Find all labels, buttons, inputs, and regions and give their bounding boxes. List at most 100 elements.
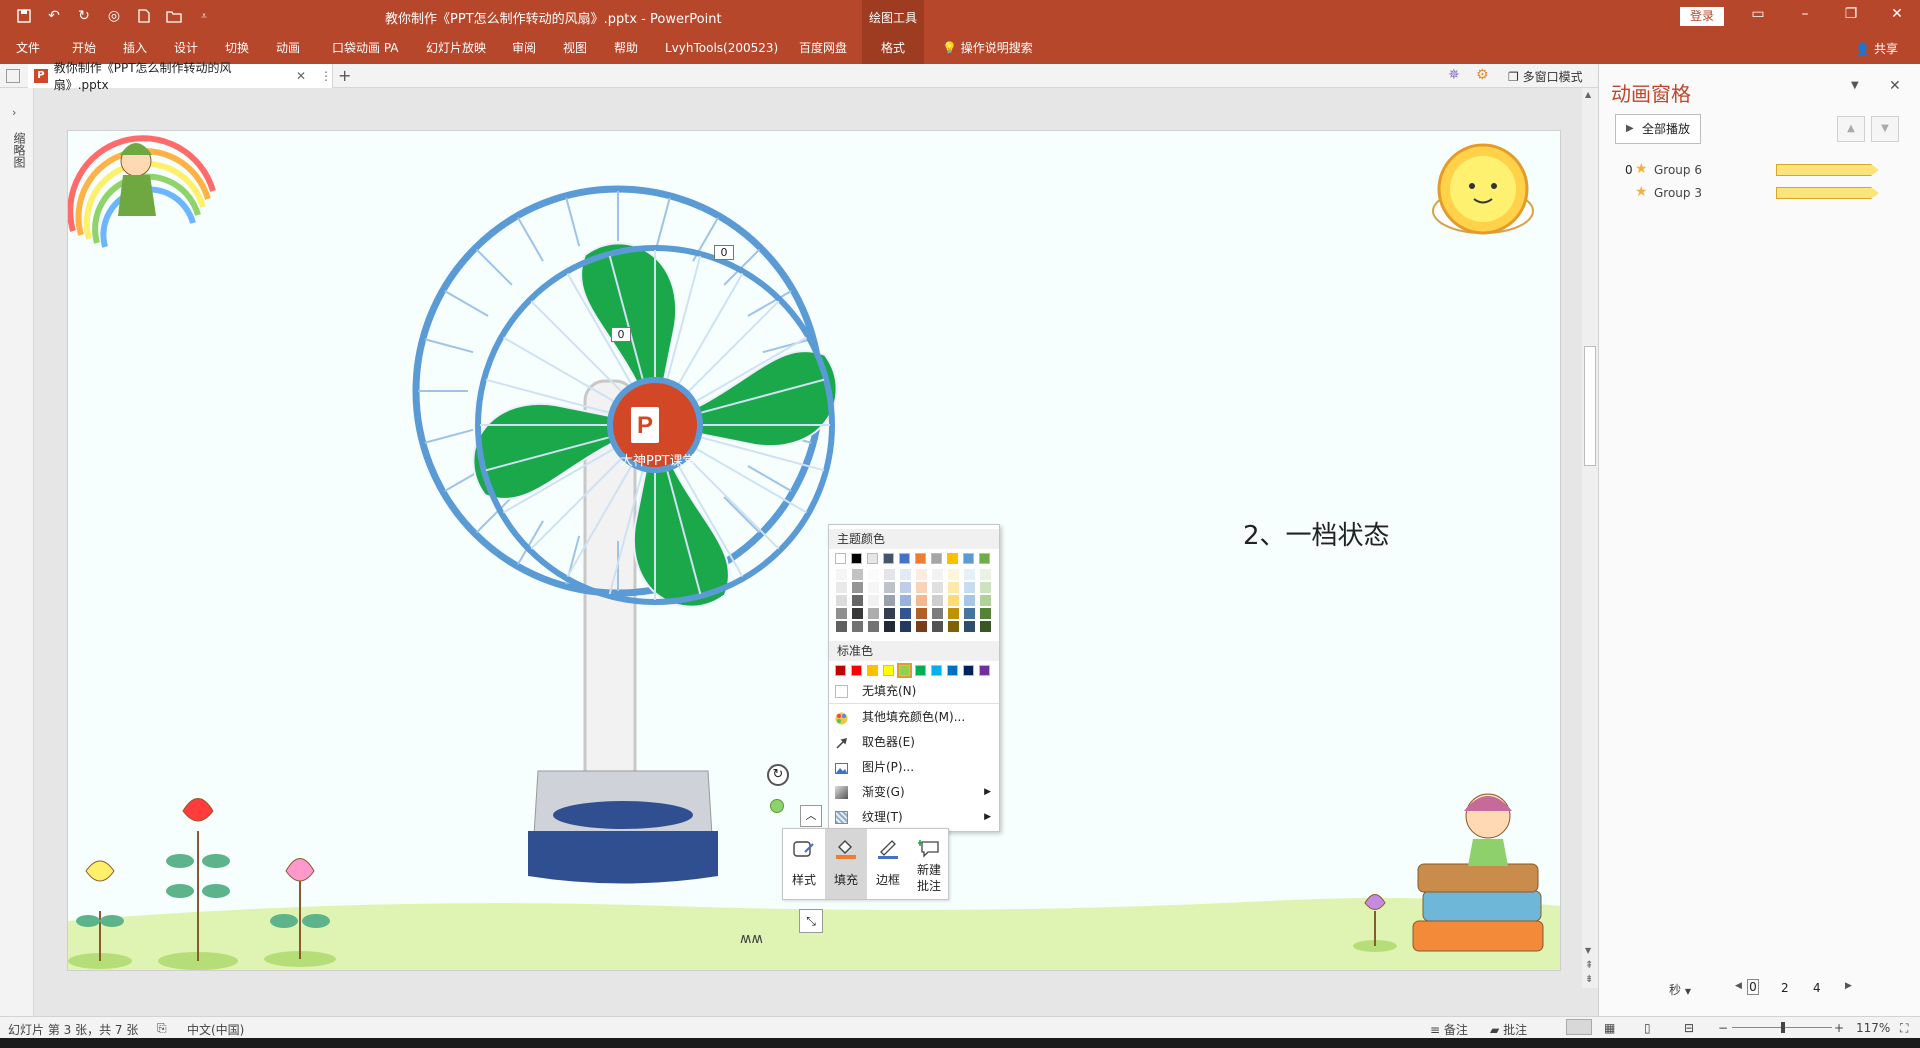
theme-color-swatch[interactable] xyxy=(979,553,990,564)
theme-shade-swatch[interactable] xyxy=(900,608,911,619)
move-up-icon[interactable]: ▲ xyxy=(1837,116,1865,142)
gradient-fill-option[interactable]: 渐变(G) ▶ xyxy=(835,782,995,802)
reading-view-icon[interactable]: ▯ xyxy=(1644,1021,1651,1035)
notes-button[interactable]: ≡ 备注 xyxy=(1430,1021,1468,1038)
theme-shade-swatch[interactable] xyxy=(980,569,991,580)
open-folder-icon[interactable] xyxy=(164,6,184,26)
next-slide-icon[interactable]: ⇟ xyxy=(1585,974,1593,985)
theme-color-swatch[interactable] xyxy=(915,553,926,564)
standard-color-swatch[interactable] xyxy=(915,665,926,676)
play-all-button[interactable]: ▶ 全部播放 xyxy=(1615,114,1701,144)
standard-color-swatch[interactable] xyxy=(963,665,974,676)
ribbon-display-icon[interactable]: ▭ xyxy=(1745,6,1771,26)
layout-options-icon[interactable]: ⤡ xyxy=(799,909,823,933)
undo-icon[interactable]: ↶ xyxy=(44,6,64,26)
zoom-in-icon[interactable]: + xyxy=(1834,1021,1844,1035)
addin-icon[interactable]: ✵ xyxy=(1448,67,1460,83)
language-indicator[interactable]: 中文(中国) xyxy=(187,1021,244,1038)
restore-icon[interactable]: ❐ xyxy=(1838,6,1864,26)
theme-shade-swatch[interactable] xyxy=(980,582,991,593)
normal-view-icon[interactable] xyxy=(1566,1019,1592,1035)
theme-shade-swatch[interactable] xyxy=(964,621,975,632)
standard-color-swatch[interactable] xyxy=(883,665,894,676)
theme-shade-swatch[interactable] xyxy=(932,608,943,619)
tab-pocket-animation[interactable]: 口袋动画 PA xyxy=(328,34,403,64)
theme-shade-swatch[interactable] xyxy=(948,621,959,632)
theme-shade-swatch[interactable] xyxy=(836,582,847,593)
theme-color-swatch[interactable] xyxy=(947,553,958,564)
theme-shade-swatch[interactable] xyxy=(884,621,895,632)
new-tab-icon[interactable]: + xyxy=(338,66,351,85)
standard-color-swatch[interactable] xyxy=(931,665,942,676)
theme-shade-swatch[interactable] xyxy=(964,569,975,580)
tab-review[interactable]: 审阅 xyxy=(508,34,540,64)
tab-format[interactable]: 格式 xyxy=(862,34,924,64)
theme-color-swatch[interactable] xyxy=(835,553,846,564)
timeline-bar[interactable] xyxy=(1776,164,1879,176)
rotate-handle-icon[interactable]: ↻ xyxy=(767,764,789,786)
close-pane-icon[interactable]: ✕ xyxy=(1889,78,1901,94)
share-button[interactable]: 👤 共享 xyxy=(1855,40,1898,57)
theme-shade-swatch[interactable] xyxy=(884,595,895,606)
theme-shade-swatch[interactable] xyxy=(964,582,975,593)
theme-shade-swatch[interactable] xyxy=(980,621,991,632)
theme-shade-swatch[interactable] xyxy=(884,608,895,619)
theme-shade-swatch[interactable] xyxy=(932,595,943,606)
standard-color-swatch[interactable] xyxy=(867,665,878,676)
settings-gear-icon[interactable]: ⚙ xyxy=(1476,67,1489,83)
theme-shade-swatch[interactable] xyxy=(948,608,959,619)
theme-shade-swatch[interactable] xyxy=(980,595,991,606)
theme-shade-swatch[interactable] xyxy=(836,569,847,580)
picture-fill-option[interactable]: 图片(P)... xyxy=(835,757,995,777)
tab-lvyhtools[interactable]: LvyhTools(200523) xyxy=(661,34,782,64)
texture-fill-option[interactable]: 纹理(T) ▶ xyxy=(835,807,995,827)
seconds-dropdown[interactable]: 秒 ▼ xyxy=(1669,981,1691,998)
scroll-down-icon[interactable]: ▼ xyxy=(1585,946,1591,955)
no-fill-option[interactable]: 无填充(N) xyxy=(835,681,995,701)
theme-shade-swatch[interactable] xyxy=(932,621,943,632)
minimize-icon[interactable]: – xyxy=(1792,6,1818,26)
theme-color-swatch[interactable] xyxy=(851,553,862,564)
tab-baidu-pan[interactable]: 百度网盘 xyxy=(795,34,851,64)
theme-shade-swatch[interactable] xyxy=(852,608,863,619)
new-comment-button[interactable]: 新建 批注 xyxy=(908,829,950,899)
theme-color-swatch[interactable] xyxy=(883,553,894,564)
customize-qat-icon[interactable]: ⩡ xyxy=(194,6,214,26)
theme-color-swatch[interactable] xyxy=(867,553,878,564)
zoom-slider-thumb[interactable] xyxy=(1781,1022,1785,1033)
presenter-icon[interactable]: ◎ xyxy=(104,6,124,26)
zoom-level[interactable]: 117% xyxy=(1856,1021,1890,1035)
fill-button[interactable]: 填充 xyxy=(825,829,867,899)
tell-me-search[interactable]: 💡 操作说明搜索 xyxy=(938,34,1037,64)
login-button[interactable]: 登录 xyxy=(1680,7,1724,26)
animation-item[interactable]: ★ Group 3 xyxy=(1599,183,1920,203)
theme-shade-swatch[interactable] xyxy=(932,582,943,593)
standard-color-swatch[interactable] xyxy=(835,665,846,676)
tab-slideshow[interactable]: 幻灯片放映 xyxy=(422,34,490,64)
theme-shade-swatch[interactable] xyxy=(868,621,879,632)
animation-marker-top[interactable]: 0 xyxy=(714,245,734,260)
slideshow-view-icon[interactable]: ⊟ xyxy=(1684,1021,1694,1035)
theme-shade-swatch[interactable] xyxy=(916,582,927,593)
standard-color-swatch[interactable] xyxy=(851,665,862,676)
pane-options-icon[interactable]: ▼ xyxy=(1851,80,1859,91)
theme-shade-swatch[interactable] xyxy=(868,608,879,619)
tab-list-icon[interactable] xyxy=(6,69,20,83)
theme-shade-swatch[interactable] xyxy=(948,569,959,580)
tab-help[interactable]: 帮助 xyxy=(610,34,642,64)
animation-marker-left[interactable]: 0 xyxy=(611,327,631,342)
tab-menu-icon[interactable]: ⋮ xyxy=(320,69,332,83)
theme-shade-swatch[interactable] xyxy=(852,595,863,606)
theme-shade-swatch[interactable] xyxy=(852,621,863,632)
theme-color-swatch[interactable] xyxy=(963,553,974,564)
timeline-bar[interactable] xyxy=(1776,187,1879,199)
theme-shade-swatch[interactable] xyxy=(868,582,879,593)
theme-shade-swatch[interactable] xyxy=(932,569,943,580)
theme-color-swatch[interactable] xyxy=(931,553,942,564)
theme-shade-swatch[interactable] xyxy=(836,608,847,619)
theme-shade-swatch[interactable] xyxy=(868,595,879,606)
theme-shade-swatch[interactable] xyxy=(900,621,911,632)
theme-shade-swatch[interactable] xyxy=(852,569,863,580)
multi-window-mode[interactable]: ❐ 多窗口模式 xyxy=(1508,68,1583,85)
standard-color-swatch[interactable] xyxy=(897,663,912,678)
